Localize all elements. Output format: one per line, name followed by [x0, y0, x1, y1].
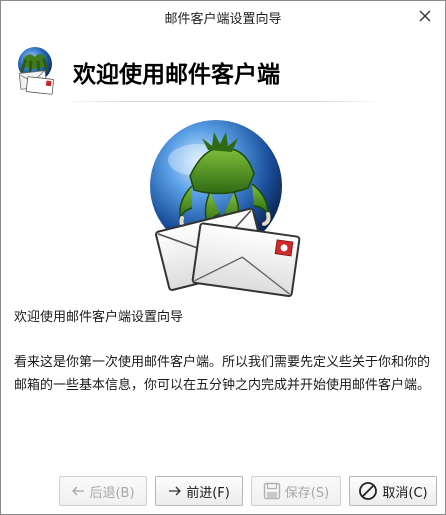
wizard-window: 邮件客户端设置向导 欢迎使用邮件客户端 欢迎使用邮件客户端设置向导 看来这是你第… [0, 0, 446, 515]
next-button-label: 前进(F) [186, 485, 230, 501]
close-icon [419, 10, 431, 22]
back-button-label: 后退(B) [89, 485, 135, 501]
arrow-left-icon [71, 486, 85, 496]
next-button[interactable]: 前进(F) [155, 476, 243, 506]
close-button[interactable] [413, 5, 437, 27]
heading-separator [61, 101, 385, 102]
arrow-right-icon [168, 486, 182, 496]
description-text: 看来这是你第一次使用邮件客户端。所以我们需要先定义些关于你和你的邮箱的一些基本信… [14, 355, 431, 393]
cancel-button-label: 取消(C) [382, 485, 428, 501]
page-heading: 欢迎使用邮件客户端 [73, 62, 280, 88]
cancel-button[interactable]: 取消(C) [349, 476, 437, 506]
save-button-label: 保存(S) [284, 485, 330, 501]
intro-text: 欢迎使用邮件客户端设置向导 [14, 310, 184, 325]
floppy-disk-icon [263, 482, 281, 500]
back-button[interactable]: 后退(B) [59, 476, 147, 506]
title-bar: 邮件客户端设置向导 [1, 1, 445, 32]
mail-client-logo-icon [18, 47, 54, 95]
save-button[interactable]: 保存(S) [251, 476, 341, 506]
cancel-circle-icon [358, 481, 378, 501]
mail-client-hero-illustration-icon [150, 120, 301, 298]
window-title: 邮件客户端设置向导 [164, 12, 282, 27]
